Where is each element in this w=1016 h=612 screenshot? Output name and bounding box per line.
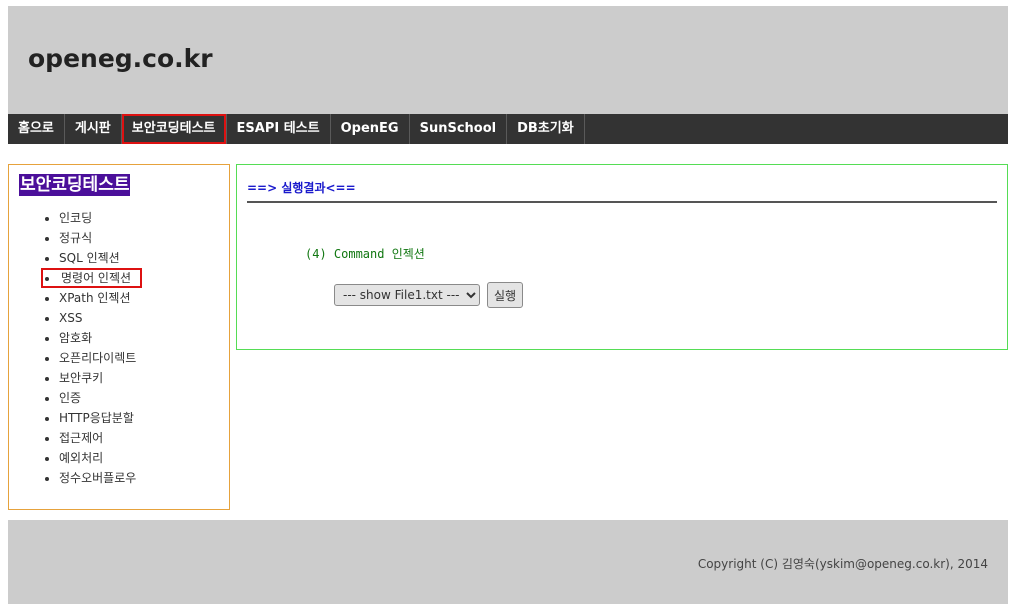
- sidebar-item-sql-injection: SQL 인젝션: [59, 248, 140, 268]
- result-divider: [247, 201, 997, 203]
- main-nav: 홈으로 게시판 보안코딩테스트 ESAPI 테스트 OpenEG SunScho…: [8, 114, 1008, 144]
- sidebar-item-open-redirect: 오픈리다이렉트: [59, 348, 140, 368]
- sidebar: 보안코딩테스트 인코딩 정규식 SQL 인젝션 명령어 인젝션 XPath 인젝…: [8, 164, 230, 510]
- site-title: openeg.co.kr: [28, 44, 213, 73]
- nav-item-db-reset[interactable]: DB초기화: [507, 114, 585, 144]
- sidebar-link-access-control[interactable]: 접근제어: [59, 431, 103, 445]
- nav-item-esapi-test[interactable]: ESAPI 테스트: [227, 114, 331, 144]
- sidebar-item-encoding: 인코딩: [59, 208, 140, 228]
- sidebar-item-secure-cookie: 보안쿠키: [59, 368, 140, 388]
- nav-item-secure-coding-test[interactable]: 보안코딩테스트: [122, 114, 227, 144]
- sidebar-item-access-control: 접근제어: [59, 428, 140, 448]
- sidebar-item-http-response-splitting: HTTP응답분할: [59, 408, 140, 428]
- sidebar-title: 보안코딩테스트: [19, 174, 131, 196]
- sidebar-menu: 인코딩 정규식 SQL 인젝션 명령어 인젝션 XPath 인젝션 XSS 암호…: [9, 208, 143, 488]
- nav-item-sunschool[interactable]: SunSchool: [410, 114, 508, 144]
- site-footer: Copyright (C) 김영숙(yskim@openeg.co.kr), 2…: [8, 520, 1008, 604]
- sidebar-link-secure-cookie[interactable]: 보안쿠키: [59, 371, 103, 385]
- sidebar-item-regex: 정규식: [59, 228, 140, 248]
- sidebar-link-sql-injection[interactable]: SQL 인젝션: [59, 251, 120, 265]
- sidebar-item-authentication: 인증: [59, 388, 140, 408]
- nav-item-openeg[interactable]: OpenEG: [331, 114, 410, 144]
- sidebar-link-http-response-splitting[interactable]: HTTP응답분할: [59, 411, 134, 425]
- sidebar-item-xss: XSS: [59, 308, 140, 328]
- sidebar-link-regex[interactable]: 정규식: [59, 231, 92, 245]
- sidebar-item-xpath-injection: XPath 인젝션: [59, 288, 140, 308]
- nav-item-board[interactable]: 게시판: [65, 114, 122, 144]
- site-header: openeg.co.kr: [8, 6, 1008, 114]
- sidebar-link-xss[interactable]: XSS: [59, 311, 82, 325]
- copyright-text: Copyright (C) 김영숙(yskim@openeg.co.kr), 2…: [697, 557, 988, 571]
- sidebar-link-exception-handling[interactable]: 예외처리: [59, 451, 103, 465]
- sidebar-link-encryption[interactable]: 암호화: [59, 331, 92, 345]
- sidebar-link-command-injection[interactable]: 명령어 인젝션: [40, 268, 143, 288]
- sidebar-link-open-redirect[interactable]: 오픈리다이렉트: [59, 351, 136, 365]
- sidebar-item-encryption: 암호화: [59, 328, 140, 348]
- sidebar-link-integer-overflow[interactable]: 정수오버플로우: [59, 471, 136, 485]
- sidebar-item-exception-handling: 예외처리: [59, 448, 140, 468]
- sidebar-item-command-injection: 명령어 인젝션: [40, 268, 143, 288]
- sidebar-link-xpath-injection[interactable]: XPath 인젝션: [59, 291, 131, 305]
- result-panel: ==> 실행결과<== (4) Command 인젝션 --- show Fil…: [236, 164, 1008, 350]
- nav-item-home[interactable]: 홈으로: [8, 114, 65, 144]
- sidebar-link-encoding[interactable]: 인코딩: [59, 211, 92, 225]
- file-select[interactable]: --- show File1.txt ---: [334, 284, 480, 306]
- run-button[interactable]: 실행: [487, 282, 523, 308]
- sidebar-item-integer-overflow: 정수오버플로우: [59, 468, 140, 488]
- section-label: (4) Command 인젝션: [305, 247, 425, 261]
- sidebar-link-authentication[interactable]: 인증: [59, 391, 81, 405]
- result-title: ==> 실행결과<==: [247, 181, 356, 195]
